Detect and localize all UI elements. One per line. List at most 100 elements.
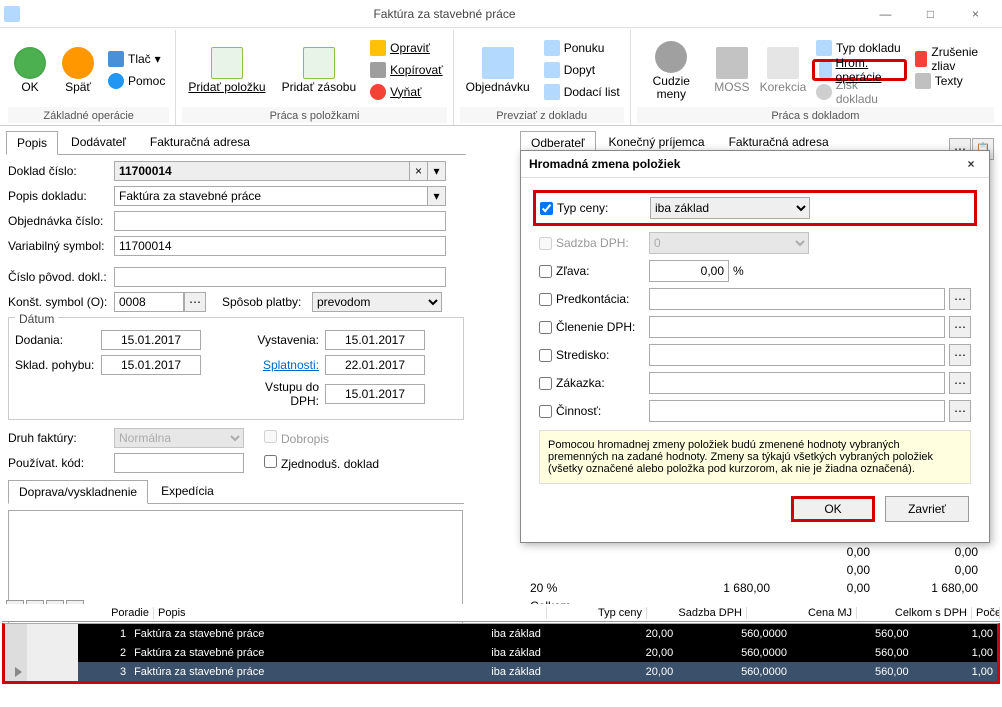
grid-h-poradie[interactable]: Poradie <box>98 607 154 619</box>
vstupu-dph-label: Vstupu do DPH: <box>235 380 325 408</box>
minimize-button[interactable]: — <box>863 1 908 27</box>
grid-h-typceny[interactable]: Typ ceny <box>547 607 647 619</box>
cinnost-input[interactable] <box>649 400 945 422</box>
edit-button[interactable]: Opraviť <box>366 37 447 59</box>
grid-h-pocet[interactable]: Počet MJ <box>972 607 1000 619</box>
popis-dokladu-input[interactable] <box>114 186 428 206</box>
stredisko-lookup[interactable]: ⋯ <box>949 344 971 366</box>
moss-button[interactable]: MOSS <box>710 36 754 104</box>
druh-faktury-label: Druh faktúry: <box>8 431 114 445</box>
doklad-cislo-clear[interactable]: × <box>410 161 428 181</box>
sklad-pohybu-input[interactable] <box>101 355 201 375</box>
window-title: Faktúra za stavebné práce <box>26 7 863 21</box>
typ-ceny-label: Typ ceny: <box>557 201 608 215</box>
dodania-input[interactable] <box>101 330 201 350</box>
predkontacia-input[interactable] <box>649 288 945 310</box>
typ-ceny-checkbox[interactable] <box>540 202 553 215</box>
var-symbol-input[interactable] <box>114 236 446 256</box>
ribbon-group-takefrom-label: Prevziať z dokladu <box>460 107 624 123</box>
dialog-close-button[interactable]: × <box>961 157 981 171</box>
zakazka-input[interactable] <box>649 372 945 394</box>
tab-fakt-adresa-left[interactable]: Fakturačná adresa <box>139 130 261 154</box>
zjednodus-doklad-checkbox[interactable] <box>264 455 277 468</box>
druh-faktury-select: Normálna <box>114 428 244 448</box>
close-button[interactable]: × <box>953 1 998 27</box>
grid-h-popis[interactable]: Popis <box>154 607 547 619</box>
clenenie-dph-label: Členenie DPH: <box>556 320 635 334</box>
items-grid[interactable]: 1Faktúra za stavebné práceiba základ20,0… <box>5 624 997 681</box>
stredisko-checkbox[interactable] <box>539 349 552 362</box>
objednavka-cislo-label: Objednávka číslo: <box>8 214 114 228</box>
ok-button[interactable]: OK <box>8 36 52 104</box>
add-stock-button[interactable]: Pridať zásobu <box>276 36 363 104</box>
grid-h-celkom[interactable]: Celkom s DPH <box>857 607 972 619</box>
totals-20pct-label: 20 % <box>530 581 650 595</box>
grid-h-sadzba[interactable]: Sadzba DPH <box>647 607 747 619</box>
zlava-checkbox[interactable] <box>539 265 552 278</box>
demand-button[interactable]: Dopyt <box>540 59 624 81</box>
dialog-title-label: Hromadná zmena položiek <box>529 157 680 171</box>
clenenie-dph-lookup[interactable]: ⋯ <box>949 316 971 338</box>
sposob-platby-select[interactable]: prevodom <box>312 292 442 312</box>
zlava-input[interactable] <box>649 260 729 282</box>
clenenie-dph-input[interactable] <box>649 316 945 338</box>
cut-button[interactable]: Vyňať <box>366 81 447 103</box>
zlava-label: Zľava: <box>556 264 590 278</box>
tab-doprava[interactable]: Doprava/vyskladnenie <box>8 480 148 504</box>
grid-wrap: 1Faktúra za stavebné práceiba základ20,0… <box>2 623 1000 684</box>
popis-dokladu-dd[interactable]: ▾ <box>428 186 446 206</box>
stredisko-label: Stredisko: <box>556 348 609 362</box>
offer-button[interactable]: Ponuku <box>540 37 624 59</box>
konst-symbol-input[interactable] <box>114 292 184 312</box>
splatnosti-label[interactable]: Splatnosti: <box>235 358 325 372</box>
add-item-button[interactable]: Pridať položku <box>182 36 271 104</box>
zakazka-checkbox[interactable] <box>539 377 552 390</box>
correction-button[interactable]: Korekcia <box>758 36 808 104</box>
grid-h-cenamj[interactable]: Cena MJ <box>747 607 857 619</box>
back-label: Späť <box>65 81 91 94</box>
clenenie-dph-checkbox[interactable] <box>539 321 552 334</box>
cislo-povod-input[interactable] <box>114 267 446 287</box>
doc-profit-button[interactable]: Zisk dokladu <box>812 81 907 103</box>
doklad-cislo-input[interactable] <box>114 161 410 181</box>
maximize-button[interactable]: □ <box>908 1 953 27</box>
objednavka-cislo-input[interactable] <box>114 211 446 231</box>
stredisko-input[interactable] <box>649 344 945 366</box>
zakazka-lookup[interactable]: ⋯ <box>949 372 971 394</box>
zakazka-label: Zákazka: <box>556 376 605 390</box>
texts-button[interactable]: Texty <box>911 70 994 92</box>
ribbon-group-basic-label: Základné operácie <box>8 107 169 123</box>
vystavenia-input[interactable] <box>325 330 425 350</box>
doklad-cislo-dd[interactable]: ▾ <box>428 161 446 181</box>
cinnost-lookup[interactable]: ⋯ <box>949 400 971 422</box>
ribbon: OK Späť Tlač ▾ Pomoc Základné operácie P… <box>0 28 1002 126</box>
dialog-ok-button[interactable]: OK <box>791 496 875 522</box>
dobropis-label: Dobropis <box>281 432 329 446</box>
vstupu-dph-input[interactable] <box>325 384 425 404</box>
help-button[interactable]: Pomoc <box>104 70 169 92</box>
tab-expedicia[interactable]: Expedícia <box>150 479 225 503</box>
table-row[interactable]: 3Faktúra za stavebné práceiba základ20,0… <box>5 662 997 681</box>
table-row[interactable]: 2Faktúra za stavebné práceiba základ20,0… <box>5 643 997 662</box>
pouzivat-kod-input[interactable] <box>114 453 244 473</box>
back-button[interactable]: Späť <box>56 36 100 104</box>
typ-ceny-select[interactable]: iba základ <box>650 197 810 219</box>
konst-symbol-lookup[interactable]: ⋯ <box>184 292 206 312</box>
tab-dodavatel[interactable]: Dodávateľ <box>60 130 137 154</box>
sposob-platby-label: Spôsob platby: <box>222 295 312 309</box>
delivery-note-button[interactable]: Dodací list <box>540 81 624 103</box>
tab-popis[interactable]: Popis <box>6 131 58 155</box>
dialog-cancel-button[interactable]: Zavrieť <box>885 496 969 522</box>
predkontacia-checkbox[interactable] <box>539 293 552 306</box>
order-button[interactable]: Objednávku <box>460 36 536 104</box>
predkontacia-lookup[interactable]: ⋯ <box>949 288 971 310</box>
copy-button[interactable]: Kopírovať <box>366 59 447 81</box>
foreign-currency-button[interactable]: Cudzie meny <box>637 36 706 104</box>
cancel-discounts-button[interactable]: Zrušenie zliav <box>911 48 994 70</box>
table-row[interactable]: 1Faktúra za stavebné práceiba základ20,0… <box>5 624 997 643</box>
splatnosti-input[interactable] <box>325 355 425 375</box>
cinnost-checkbox[interactable] <box>539 405 552 418</box>
popis-dokladu-label: Popis dokladu: <box>8 189 114 203</box>
print-button[interactable]: Tlač ▾ <box>104 48 169 70</box>
sadzba-dph-label: Sadzba DPH: <box>556 236 629 250</box>
